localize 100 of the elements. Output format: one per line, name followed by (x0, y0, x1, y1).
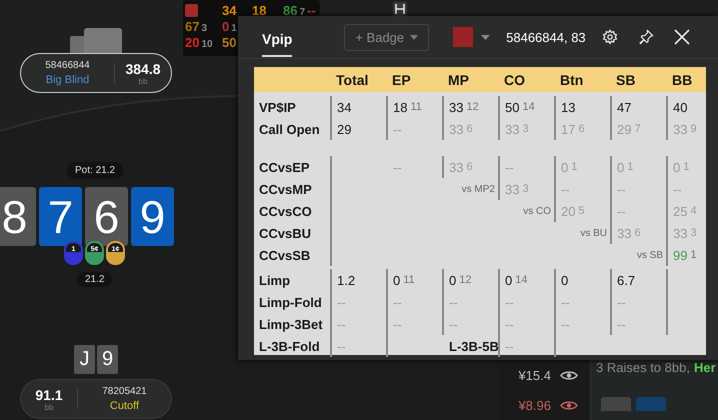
sample-count: 6 (466, 123, 473, 135)
stat-note: vs BU (580, 228, 608, 238)
sample-count: 14 (522, 101, 535, 113)
sample-count: 6 (634, 227, 641, 239)
stat-value: 25 (673, 204, 688, 218)
sample-count: 3 (522, 123, 529, 135)
stat-value: 34 (337, 100, 352, 114)
bet-amount: 21.2 (77, 272, 112, 287)
stat-value: 33 (673, 226, 688, 240)
stat-value: 33 (617, 226, 632, 240)
stat-value: -- (393, 122, 402, 136)
stack-unit: bb (138, 76, 148, 86)
amount-text: ¥15.4 (518, 368, 551, 382)
stat-value: -- (393, 294, 402, 310)
amount-text: ¥8.96 (518, 398, 551, 412)
stat-value: 33 (505, 122, 520, 136)
hole-card: J (74, 345, 95, 374)
sample-count: 12 (459, 274, 472, 286)
row-label: CCvsBU (258, 224, 312, 242)
stat-value: -- (561, 294, 570, 310)
stat-value: 20 (185, 34, 200, 50)
stat-note: vs SB (636, 250, 664, 260)
player-name: Her (694, 360, 716, 375)
sample-count: 1 (231, 22, 237, 34)
stat-value: 0 (449, 272, 456, 288)
eye-icon[interactable] (560, 370, 578, 380)
sample-count: 1 (683, 161, 690, 173)
stat-value: 0 (505, 272, 512, 288)
caret-icon (410, 34, 418, 40)
hole-card: 9 (97, 345, 118, 374)
row-label: VP$IP (258, 98, 297, 116)
stat-value: 0 (617, 160, 624, 174)
close-icon[interactable] (674, 29, 690, 45)
log-text: 3 Raises to 8bb, (596, 360, 690, 375)
sample-count: 11 (403, 274, 415, 286)
pin-icon[interactable] (638, 29, 654, 45)
stat-value: 0 (393, 272, 400, 288)
board-card: 9 (131, 187, 174, 246)
column-header: CO (503, 72, 526, 88)
stat-value: -- (449, 294, 458, 310)
sample-count: 6 (466, 161, 473, 173)
stat-value: 0 (561, 272, 568, 288)
stat-value: 33 (449, 100, 464, 114)
stat-value: -- (505, 294, 514, 310)
player-id: 58466844 (45, 60, 90, 71)
column-header: Btn (559, 72, 584, 88)
column-header: SB (615, 72, 636, 88)
badge-button[interactable]: + Badge (344, 24, 430, 50)
caret-icon[interactable] (481, 34, 490, 40)
settings-icon[interactable] (602, 29, 618, 45)
stat-value: -- (505, 160, 514, 174)
seat-position: Big Blind (46, 74, 90, 86)
row-label: CCvsSB (258, 246, 312, 264)
stat-value: -- (505, 316, 514, 332)
sample-count: 4 (690, 205, 697, 217)
row-label: Call Open (258, 120, 321, 139)
tab[interactable]: Vpip (262, 21, 292, 57)
board-card: 8 (0, 187, 36, 246)
sample-count: 3 (201, 22, 208, 34)
stat-value: -- (337, 338, 346, 354)
stat-value: -- (337, 294, 346, 310)
sample-count: 12 (466, 101, 479, 113)
stat-value: 0 (561, 160, 568, 174)
sample-count: 3 (522, 183, 529, 195)
row-label: CCvsCO (258, 202, 313, 220)
stat-value: 13 (561, 100, 576, 114)
stat-value: -- (617, 294, 626, 310)
stat-value: 1.2 (337, 272, 356, 288)
pot-label: Pot: 21.2 (67, 162, 124, 179)
stat-value: 86 (283, 2, 298, 18)
stat-value: -- (337, 316, 346, 332)
stat-value: 18 (252, 2, 266, 18)
stat-value: 33 (673, 122, 688, 136)
row-label: Limp-3Bet (258, 316, 324, 334)
stat-value: 29 (617, 122, 632, 136)
stat-value: -- (449, 316, 458, 332)
stat-value: 33 (505, 182, 520, 196)
split-icon[interactable] (393, 2, 407, 16)
stat-value: -- (673, 182, 682, 196)
stat-value: 40 (673, 100, 688, 114)
stat-note: vs CO (523, 206, 552, 216)
stat-value: 34 (222, 2, 236, 18)
stat-value: 29 (337, 122, 352, 136)
stat-value: 50 (222, 34, 236, 50)
eye-icon[interactable] (560, 400, 578, 410)
column-header: BB (671, 72, 694, 88)
stack-unit: bb (44, 402, 54, 412)
stat-value: -- (617, 182, 626, 196)
column-header: MP (447, 72, 470, 88)
player-title: 58466844, 83 (506, 30, 586, 44)
stat-value: -- (561, 316, 570, 332)
row-label: L-3B-Fold (258, 338, 321, 356)
stat-value: -- (393, 316, 402, 332)
color-swatch[interactable] (453, 27, 474, 47)
row-label: L-3B-5B (449, 338, 499, 354)
stat-value: 6.7 (617, 272, 636, 288)
sample-count: 14 (515, 274, 528, 286)
sample-count: 11 (410, 101, 422, 113)
row-label: Limp-Fold (258, 294, 323, 312)
row-label: CCvsEP (258, 158, 311, 176)
